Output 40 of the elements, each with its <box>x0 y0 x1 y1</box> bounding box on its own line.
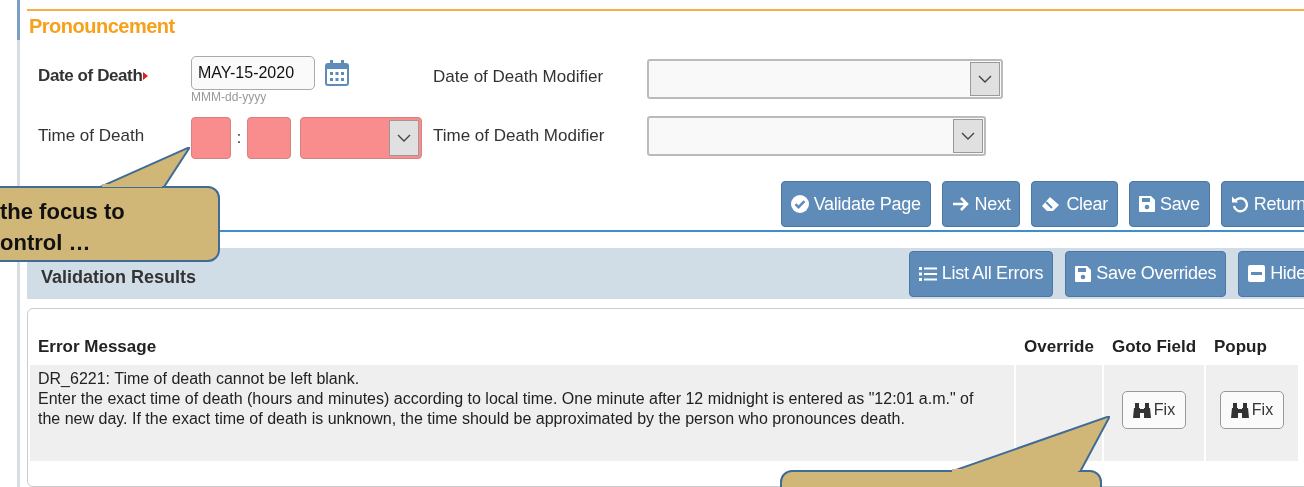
column-header: Override <box>1023 337 1095 358</box>
section-title: Pronouncement <box>29 15 176 38</box>
action-button[interactable]: Save Overrides <box>1065 250 1227 297</box>
action-button[interactable]: List All Errors <box>908 250 1054 297</box>
error-code-line: DR_6221: Time of death cannot be left blank. <box>38 369 361 389</box>
minus-square-icon <box>1248 265 1266 282</box>
action-button[interactable]: Validate Page <box>780 181 931 227</box>
field-label: Time of Death Modifier <box>433 125 606 147</box>
minute-field[interactable] <box>247 117 291 159</box>
check-circle-icon <box>790 195 809 213</box>
list-icon <box>918 265 937 282</box>
fix-button[interactable]: Fix <box>1219 391 1285 429</box>
field-label: Time of Death <box>38 126 145 146</box>
binoculars-icon <box>1230 402 1249 418</box>
format-hint: MMM-dd-yyyy <box>191 90 268 104</box>
field-label: Date of Death Modifier <box>433 66 605 88</box>
column-header: Goto Field <box>1111 337 1198 358</box>
arrow-right-icon <box>951 196 970 212</box>
calendar-icon[interactable] <box>325 60 349 86</box>
callout-text: the focus to <box>0 198 126 226</box>
binoculars-icon <box>1132 402 1151 418</box>
am-pm-dropdown[interactable] <box>300 117 422 159</box>
date-field[interactable]: MAY-15-2020 <box>191 56 315 90</box>
field-label: Date of Death <box>38 66 143 86</box>
error-description: Enter the exact time of death (hours and minutes) according to local time. One minute after 12 midnight is entered as "12:01 a.m." of the new day. If the exact time of death is unknown, the time should be approximated by the person who pronounces death. <box>38 389 975 429</box>
hour-field[interactable] <box>191 117 231 159</box>
panel-title: Validation Results <box>41 267 197 288</box>
column-header: Error Message <box>37 337 158 358</box>
modifier-dropdown[interactable] <box>647 116 986 156</box>
action-button[interactable]: Return <box>1220 181 1304 227</box>
modifier-dropdown[interactable] <box>647 59 1003 99</box>
time-separator: : <box>235 129 243 147</box>
undo-icon <box>1230 195 1249 213</box>
action-button[interactable]: Save <box>1128 181 1210 227</box>
eraser-icon <box>1041 196 1062 212</box>
callout-text: ontrol … <box>0 229 92 257</box>
action-button[interactable]: Next <box>941 181 1021 227</box>
column-header: Popup <box>1213 337 1268 358</box>
action-button[interactable]: Clear <box>1031 181 1118 227</box>
fix-button[interactable]: Fix <box>1121 391 1187 429</box>
